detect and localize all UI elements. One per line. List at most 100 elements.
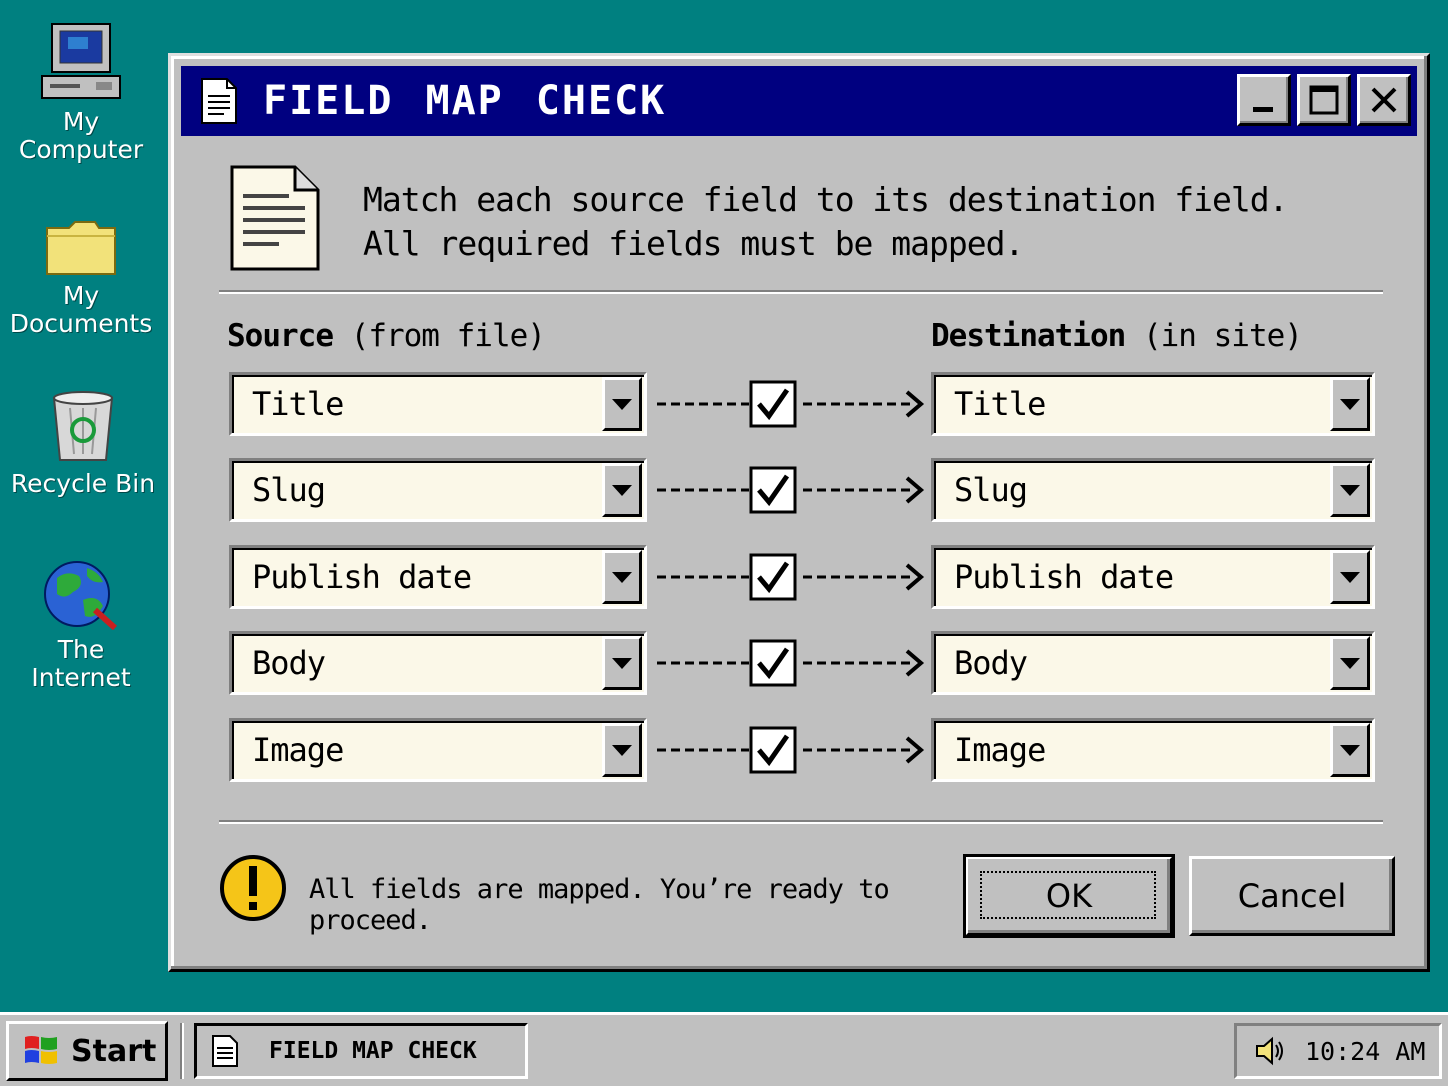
source-column-header: Source (from file) <box>227 318 546 354</box>
mapping-row: Slug Slug <box>229 458 1375 522</box>
chevron-down-icon <box>612 658 632 669</box>
dropdown-arrow-button[interactable] <box>602 550 642 604</box>
status-area: All fields are mapped. You’re ready to p… <box>219 854 959 936</box>
source-field-dropdown[interactable]: Publish date <box>229 545 647 609</box>
status-message: All fields are mapped. You’re ready to p… <box>309 874 890 936</box>
destination-field-dropdown[interactable]: Image <box>931 718 1375 782</box>
source-field-dropdown[interactable]: Image <box>229 718 647 782</box>
destination-field-value: Title <box>954 385 1046 423</box>
close-button[interactable] <box>1357 74 1411 126</box>
dropdown-arrow-button[interactable] <box>602 463 642 517</box>
chevron-down-icon <box>612 745 632 756</box>
desktop-icon-label: The <box>57 635 105 664</box>
minimize-button[interactable] <box>1237 74 1291 126</box>
clock: 10:24 AM <box>1305 1036 1426 1066</box>
dropdown-arrow-button[interactable] <box>602 723 642 777</box>
source-field-value: Slug <box>252 471 326 509</box>
chevron-down-icon <box>1340 572 1360 583</box>
minimize-icon <box>1253 107 1273 112</box>
separator <box>219 290 1383 294</box>
window-title: FIELD MAP CHECK <box>263 78 667 124</box>
instructions-line-2: All required fields must be mapped. <box>363 224 1024 263</box>
mapping-checkbox[interactable] <box>749 726 797 774</box>
cancel-button-label: Cancel <box>1237 877 1347 915</box>
taskbar-item-field-map-check[interactable]: FIELD MAP CHECK <box>194 1023 528 1079</box>
dropdown-arrow-button[interactable] <box>1330 550 1370 604</box>
title-bar[interactable]: FIELD MAP CHECK <box>181 66 1417 136</box>
mapping-row: Title Title <box>229 372 1375 436</box>
chevron-down-icon <box>1340 399 1360 410</box>
warning-icon <box>220 855 286 921</box>
desktop-icon-label: Recycle Bin <box>10 469 156 498</box>
recycle-bin-icon <box>52 391 114 461</box>
destination-field-value: Publish date <box>954 558 1174 596</box>
chevron-down-icon <box>1340 745 1360 756</box>
globe-icon <box>44 561 118 630</box>
mapping-checkbox[interactable] <box>749 553 797 601</box>
mapping-connector <box>657 726 925 774</box>
desktop-icon-the-internet[interactable]: The Internet <box>6 560 156 692</box>
dropdown-arrow-button[interactable] <box>1330 723 1370 777</box>
taskbar: Start FIELD MAP CHECK 10:24 AM <box>0 1012 1448 1086</box>
mapping-row: Image Image <box>229 718 1375 782</box>
source-header-rest: (from file) <box>350 318 546 354</box>
dialog-header: Match each source field to its destinati… <box>229 164 1369 274</box>
instructions-line-1: Match each source field to its destinati… <box>363 180 1289 219</box>
source-field-dropdown[interactable]: Body <box>229 631 647 695</box>
ok-button[interactable]: OK <box>963 854 1175 938</box>
cancel-button[interactable]: Cancel <box>1189 856 1395 936</box>
destination-field-dropdown[interactable]: Title <box>931 372 1375 436</box>
taskbar-divider <box>180 1023 184 1079</box>
chevron-down-icon <box>612 572 632 583</box>
source-field-value: Title <box>252 385 344 423</box>
desktop-icon-my-documents[interactable]: My Documents <box>6 218 156 338</box>
taskbar-item-label: FIELD MAP CHECK <box>269 1038 477 1064</box>
mapping-connector <box>657 553 925 601</box>
desktop-icon-my-computer[interactable]: My Computer <box>6 22 156 164</box>
destination-field-value: Slug <box>954 471 1028 509</box>
mapping-connector <box>657 639 925 687</box>
desktop-icon-label: Computer <box>18 135 144 164</box>
maximize-button[interactable] <box>1297 74 1351 126</box>
source-field-value: Image <box>252 731 344 769</box>
source-field-dropdown[interactable]: Title <box>229 372 647 436</box>
mapping-connector <box>657 380 925 428</box>
dropdown-arrow-button[interactable] <box>1330 636 1370 690</box>
mapping-checkbox[interactable] <box>749 380 797 428</box>
dropdown-arrow-button[interactable] <box>602 377 642 431</box>
folder-icon <box>46 221 116 275</box>
close-icon <box>1371 87 1397 113</box>
destination-field-dropdown[interactable]: Body <box>931 631 1375 695</box>
destination-field-value: Image <box>954 731 1046 769</box>
start-label: Start <box>71 1033 157 1069</box>
destination-header-rest: (in site) <box>1142 318 1303 354</box>
desktop-icon-recycle-bin[interactable]: Recycle Bin <box>8 388 158 498</box>
chevron-down-icon <box>1340 658 1360 669</box>
source-field-value: Body <box>252 644 326 682</box>
speaker-icon[interactable] <box>1253 1034 1287 1068</box>
dropdown-arrow-button[interactable] <box>1330 463 1370 517</box>
dropdown-arrow-button[interactable] <box>602 636 642 690</box>
mapping-connector <box>657 466 925 514</box>
dropdown-arrow-button[interactable] <box>1330 377 1370 431</box>
destination-field-dropdown[interactable]: Slug <box>931 458 1375 522</box>
desktop-icon-label: My <box>62 107 100 136</box>
source-header-bold: Source <box>227 318 334 354</box>
chevron-down-icon <box>612 485 632 496</box>
source-field-dropdown[interactable]: Slug <box>229 458 647 522</box>
document-icon <box>212 1035 238 1067</box>
mapping-checkbox[interactable] <box>749 639 797 687</box>
maximize-icon <box>1309 85 1339 115</box>
mapping-row: Publish date Publish date <box>229 545 1375 609</box>
system-tray: 10:24 AM <box>1234 1023 1442 1079</box>
document-icon <box>230 165 320 271</box>
destination-field-dropdown[interactable]: Publish date <box>931 545 1375 609</box>
desktop-icon-label: Internet <box>31 663 131 692</box>
destination-field-value: Body <box>954 644 1028 682</box>
computer-icon <box>41 23 121 99</box>
start-button[interactable]: Start <box>6 1021 168 1081</box>
desktop-icon-label: My <box>62 281 100 310</box>
destination-header-bold: Destination <box>931 318 1126 354</box>
separator <box>219 820 1383 824</box>
mapping-checkbox[interactable] <box>749 466 797 514</box>
